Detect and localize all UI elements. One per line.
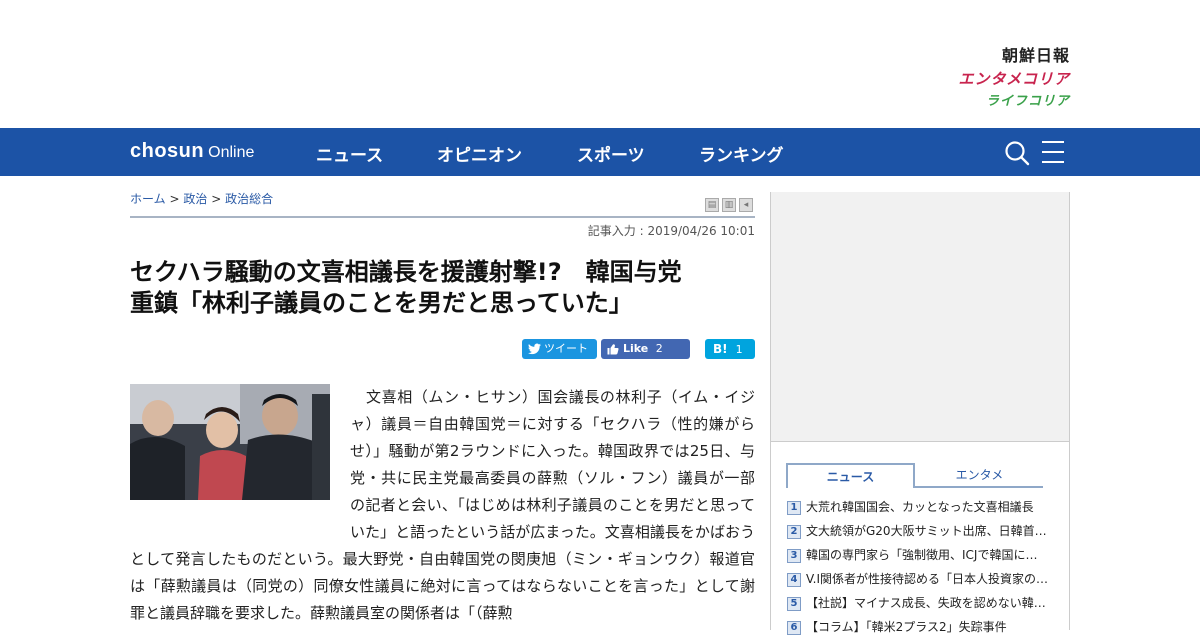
article-headline: セクハラ騒動の文喜相議長を援護射撃!? 韓国与党 重鎮「林利子議員のことを男だと… [130,257,755,319]
like-count: 2 [655,342,663,355]
breadcrumb-separator: > [169,192,180,206]
ad-placeholder [771,192,1069,442]
breadcrumb-politics-general[interactable]: 政治総合 [225,192,273,206]
article-body: 文喜相（ムン・ヒサン）国会議長の林利子（イム・イジャ）議員＝自由韓国党＝に対する… [130,384,755,627]
like-label: Like [623,342,649,355]
ranking-title: 【コラム】「韓米2プラス2」失踪事件 [806,620,1007,634]
logo-bold-text: chosun [130,140,205,162]
article-tools: ▤ ▥ ◂ [702,192,753,212]
back-icon[interactable]: ◂ [739,198,753,212]
ranking-item[interactable]: 5 【社説】マイナス成長、失政を認めない韓国政府 [787,594,1049,618]
hamburger-menu-icon[interactable] [1042,141,1068,163]
ranking-title: 大荒れ韓国国会、カッとなった文喜相議長 [806,500,1034,514]
ranking-title: 【社説】マイナス成長、失政を認めない韓国政府 [806,596,1049,610]
ranking-item[interactable]: 6 【コラム】「韓米2プラス2」失踪事件 [787,618,1049,642]
article-date: 記事入力 : 2019/04/26 10:01 [587,224,755,238]
ranking-item[interactable]: 1 大荒れ韓国国会、カッとなった文喜相議長 [787,498,1049,522]
entame-korea-logo[interactable]: エンタメコリア [958,68,1070,88]
print-icon[interactable]: ▤ [705,198,719,212]
scrap-icon[interactable]: ▥ [722,198,736,212]
nav-sports[interactable]: スポーツ [577,141,645,166]
ranking-title: 韓国の専門家ら「強制徴用、ICJで韓国に勝算 [806,548,1049,562]
ranking-title: V.I関係者が性接待認める「日本人投資家のため [806,572,1049,586]
photo-spacer [130,384,350,546]
rank-number: 1 [787,500,801,515]
site-header: 朝鮮日報 エンタメコリア ライフコリア [0,0,1200,128]
nav-ranking[interactable]: ランキング [699,141,784,166]
facebook-like-button[interactable]: Like 2 [601,339,690,359]
breadcrumb: ホーム > 政治 > 政治総合 [130,190,273,207]
nav-opinion[interactable]: オピニオン [437,141,522,166]
ranking-list: 1 大荒れ韓国国会、カッとなった文喜相議長 2 文大統領がG20大阪サミット出席、日… [787,498,1049,642]
ranking-item[interactable]: 4 V.I関係者が性接待認める「日本人投資家のため [787,570,1049,594]
partner-brands: 朝鮮日報 エンタメコリア ライフコリア [958,42,1070,109]
chosun-online-logo[interactable]: chosun Online [130,140,254,163]
ranking-item[interactable]: 2 文大統領がG20大阪サミット出席、日韓首脳会談 [787,522,1049,546]
search-icon[interactable] [1004,140,1030,166]
ranking-tabs: ニュース エンタメ [786,463,1043,488]
life-korea-logo[interactable]: ライフコリア [958,90,1070,109]
hatena-count: 1 [735,343,743,356]
article-divider [130,216,755,218]
breadcrumb-separator: > [211,192,222,206]
ranking-title: 文大統領がG20大阪サミット出席、日韓首脳会談 [806,524,1049,538]
share-buttons: ツイート Like 2 B! 1 [130,339,755,359]
rank-number: 2 [787,524,801,539]
twitter-bird-icon [528,343,541,355]
headline-line-1: セクハラ騒動の文喜相議長を援護射撃!? 韓国与党 [130,258,682,286]
rank-number: 3 [787,548,801,563]
breadcrumb-home[interactable]: ホーム [130,192,166,206]
tweet-button[interactable]: ツイート [522,339,597,359]
tweet-label: ツイート [544,342,588,355]
tab-news[interactable]: ニュース [786,463,915,488]
logo-light-text: Online [208,144,255,161]
nav-news[interactable]: ニュース [316,141,383,166]
tab-entame[interactable]: エンタメ [916,463,1043,486]
thumbs-up-icon [607,344,619,355]
ranking-item[interactable]: 3 韓国の専門家ら「強制徴用、ICJで韓国に勝算 [787,546,1049,570]
hatena-bookmark-icon: B! [713,342,728,356]
main-nav: chosun Online ニュース オピニオン スポーツ ランキング [0,128,1200,176]
breadcrumb-politics[interactable]: 政治 [183,192,207,206]
headline-line-2: 重鎮「林利子議員のことを男だと思っていた」 [130,289,633,317]
chosun-nippo-logo[interactable]: 朝鮮日報 [958,42,1070,65]
hatena-bookmark-button[interactable]: B! 1 [705,339,755,359]
rank-number: 5 [787,596,801,611]
rank-number: 6 [787,620,801,635]
sidebar: ニュース エンタメ 1 大荒れ韓国国会、カッとなった文喜相議長 2 文大統領がG20… [770,192,1070,635]
rank-number: 4 [787,572,801,587]
